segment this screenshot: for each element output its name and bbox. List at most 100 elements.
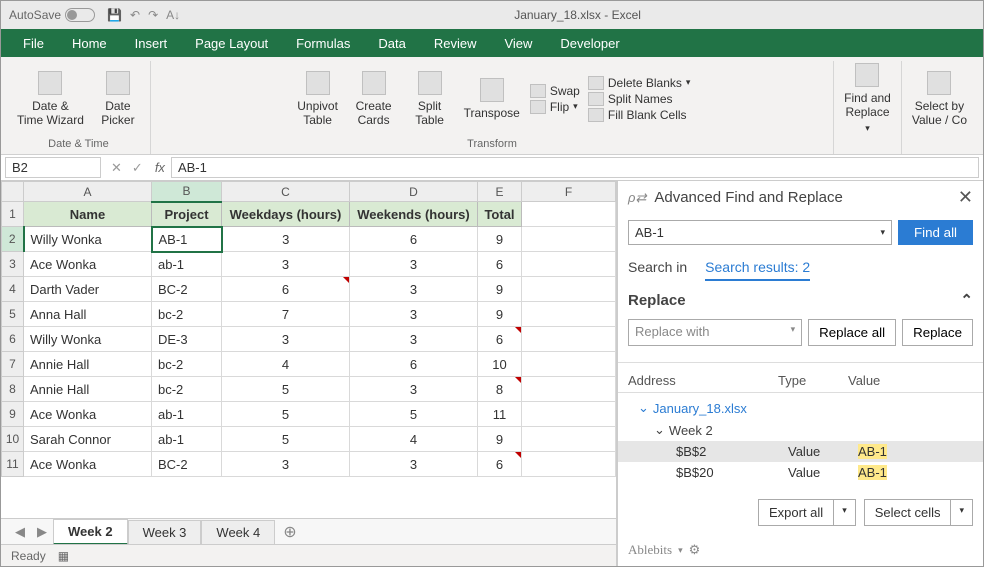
table-row: 9Ace Wonkaab-15511 xyxy=(2,402,616,427)
chevron-down-icon[interactable]: ▾ xyxy=(678,545,683,556)
tabs-prev-icon[interactable]: ◀ xyxy=(9,524,31,540)
select-cells-button[interactable]: Select cells▾ xyxy=(864,499,973,526)
sheet-tab-week2[interactable]: Week 2 xyxy=(53,519,128,545)
fill-icon xyxy=(588,108,604,122)
window-title: January_18.xlsx - Excel xyxy=(180,8,975,22)
col-D[interactable]: D xyxy=(350,182,478,202)
result-row[interactable]: $B$2 Value AB-1 xyxy=(618,441,983,462)
tab-review[interactable]: Review xyxy=(420,31,491,56)
autosave-label: AutoSave xyxy=(9,8,61,22)
export-all-button[interactable]: Export all▾ xyxy=(758,499,856,526)
cancel-icon[interactable]: ✕ xyxy=(111,160,122,176)
brand-label: Ablebits xyxy=(628,542,672,558)
save-icon[interactable]: 💾 xyxy=(107,8,122,22)
col-C[interactable]: C xyxy=(222,182,350,202)
formula-bar: B2 ✕ ✓ fx AB-1 xyxy=(1,155,983,181)
tab-file[interactable]: File xyxy=(9,31,58,56)
status-text: Ready xyxy=(11,549,46,563)
enter-icon[interactable]: ✓ xyxy=(132,160,143,176)
status-bar: Ready ▦ xyxy=(1,544,616,566)
chevron-down-icon: ▾ xyxy=(865,123,870,134)
tab-page-layout[interactable]: Page Layout xyxy=(181,31,282,56)
tabs-next-icon[interactable]: ▶ xyxy=(31,524,53,540)
search-icon xyxy=(855,63,879,87)
results-tree: ⌄January_18.xlsx ⌄Week 2 $B$2 Value AB-1… xyxy=(618,393,983,491)
create-cards-button[interactable]: Create Cards xyxy=(350,69,398,129)
chevron-down-icon[interactable]: ▾ xyxy=(834,500,855,525)
sheet-tab-week4[interactable]: Week 4 xyxy=(201,520,275,544)
search-input[interactable]: AB-1 ▾ xyxy=(628,220,892,245)
redo-icon[interactable]: ↷ xyxy=(148,8,158,22)
undo-icon[interactable]: ↶ xyxy=(130,8,140,22)
chevron-down-icon[interactable]: ▾ xyxy=(881,227,886,238)
spreadsheet-grid[interactable]: A B C D E F 1 Name Project Weekdays (hou… xyxy=(1,181,616,518)
flip-icon xyxy=(530,100,546,114)
column-headers: A B C D E F xyxy=(2,182,616,202)
chevron-down-icon[interactable]: ▾ xyxy=(791,324,796,341)
transpose-button[interactable]: Transpose xyxy=(462,76,522,122)
fx-icon[interactable]: fx xyxy=(149,160,171,175)
add-sheet-icon[interactable]: ⊕ xyxy=(283,522,296,542)
delete-icon xyxy=(588,76,604,90)
split-names-button[interactable]: Split Names xyxy=(588,92,691,106)
tab-data[interactable]: Data xyxy=(364,31,419,56)
fill-blank-cells-button[interactable]: Fill Blank Cells xyxy=(588,108,691,122)
table-icon xyxy=(306,71,330,95)
advanced-find-replace-panel: ρ⇄ Advanced Find and Replace ✕ AB-1 ▾ Fi… xyxy=(617,181,983,566)
swap-button[interactable]: Swap xyxy=(530,84,580,98)
select-by-value-button[interactable]: Select by Value / Co xyxy=(910,69,969,129)
date-time-wizard-button[interactable]: Date & Time Wizard xyxy=(15,69,86,129)
results-header: Address Type Value xyxy=(618,369,983,393)
split-icon xyxy=(418,71,442,95)
name-box[interactable]: B2 xyxy=(5,157,101,178)
tab-developer[interactable]: Developer xyxy=(546,31,633,56)
table-row: 5Anna Hallbc-2739 xyxy=(2,302,616,327)
col-A[interactable]: A xyxy=(24,182,152,202)
calendar-icon xyxy=(38,71,62,95)
split-table-button[interactable]: Split Table xyxy=(406,69,454,129)
result-workbook[interactable]: ⌄January_18.xlsx xyxy=(618,397,983,419)
sort-icon[interactable]: A↓ xyxy=(166,8,180,22)
active-cell[interactable]: AB-1 xyxy=(152,227,222,252)
flip-button[interactable]: Flip▾ xyxy=(530,100,580,114)
collapse-icon[interactable]: ⌃ xyxy=(960,291,973,309)
close-panel-icon[interactable]: ✕ xyxy=(958,187,973,208)
delete-blanks-button[interactable]: Delete Blanks▾ xyxy=(588,76,691,90)
tab-insert[interactable]: Insert xyxy=(121,31,182,56)
tab-formulas[interactable]: Formulas xyxy=(282,31,364,56)
chevron-down-icon[interactable]: ▾ xyxy=(951,500,972,525)
cards-icon xyxy=(362,71,386,95)
gear-icon[interactable]: ⚙ xyxy=(689,542,701,558)
tab-view[interactable]: View xyxy=(490,31,546,56)
row-1[interactable]: 1 xyxy=(2,202,24,227)
find-all-button[interactable]: Find all xyxy=(898,220,973,245)
tab-search-in[interactable]: Search in xyxy=(628,259,687,281)
replace-all-button[interactable]: Replace all xyxy=(808,319,896,346)
select-all-corner[interactable] xyxy=(2,182,24,202)
macro-icon[interactable]: ▦ xyxy=(58,549,69,563)
date-picker-button[interactable]: Date Picker xyxy=(94,69,142,129)
col-B[interactable]: B xyxy=(152,182,222,202)
autosave-toggle[interactable] xyxy=(65,8,95,22)
find-and-replace-button[interactable]: Find and Replace▾ xyxy=(842,61,893,136)
panel-title: Advanced Find and Replace xyxy=(654,189,958,206)
filter-icon xyxy=(927,71,951,95)
table-row: 10Sarah Connorab-1549 xyxy=(2,427,616,452)
result-worksheet[interactable]: ⌄Week 2 xyxy=(618,419,983,441)
replace-section-label: Replace xyxy=(628,292,686,309)
unpivot-table-button[interactable]: Unpivot Table xyxy=(294,69,342,129)
col-F[interactable]: F xyxy=(522,182,616,202)
sheet-tab-week3[interactable]: Week 3 xyxy=(128,520,202,544)
table-row: 6Willy WonkaDE-3336 xyxy=(2,327,616,352)
col-E[interactable]: E xyxy=(478,182,522,202)
replace-button[interactable]: Replace xyxy=(902,319,973,346)
table-row: 8Annie Hallbc-2538 xyxy=(2,377,616,402)
replace-with-input[interactable]: Replace with ▾ xyxy=(628,319,802,346)
tab-search-results[interactable]: Search results: 2 xyxy=(705,259,810,281)
swap-icon xyxy=(530,84,546,98)
chevron-down-icon: ▾ xyxy=(686,77,691,88)
tab-home[interactable]: Home xyxy=(58,31,121,56)
sheet-tab-bar: ◀ ▶ Week 2 Week 3 Week 4 ⊕ xyxy=(1,518,616,544)
formula-input[interactable]: AB-1 xyxy=(171,157,979,178)
result-row[interactable]: $B$20 Value AB-1 xyxy=(618,462,983,483)
